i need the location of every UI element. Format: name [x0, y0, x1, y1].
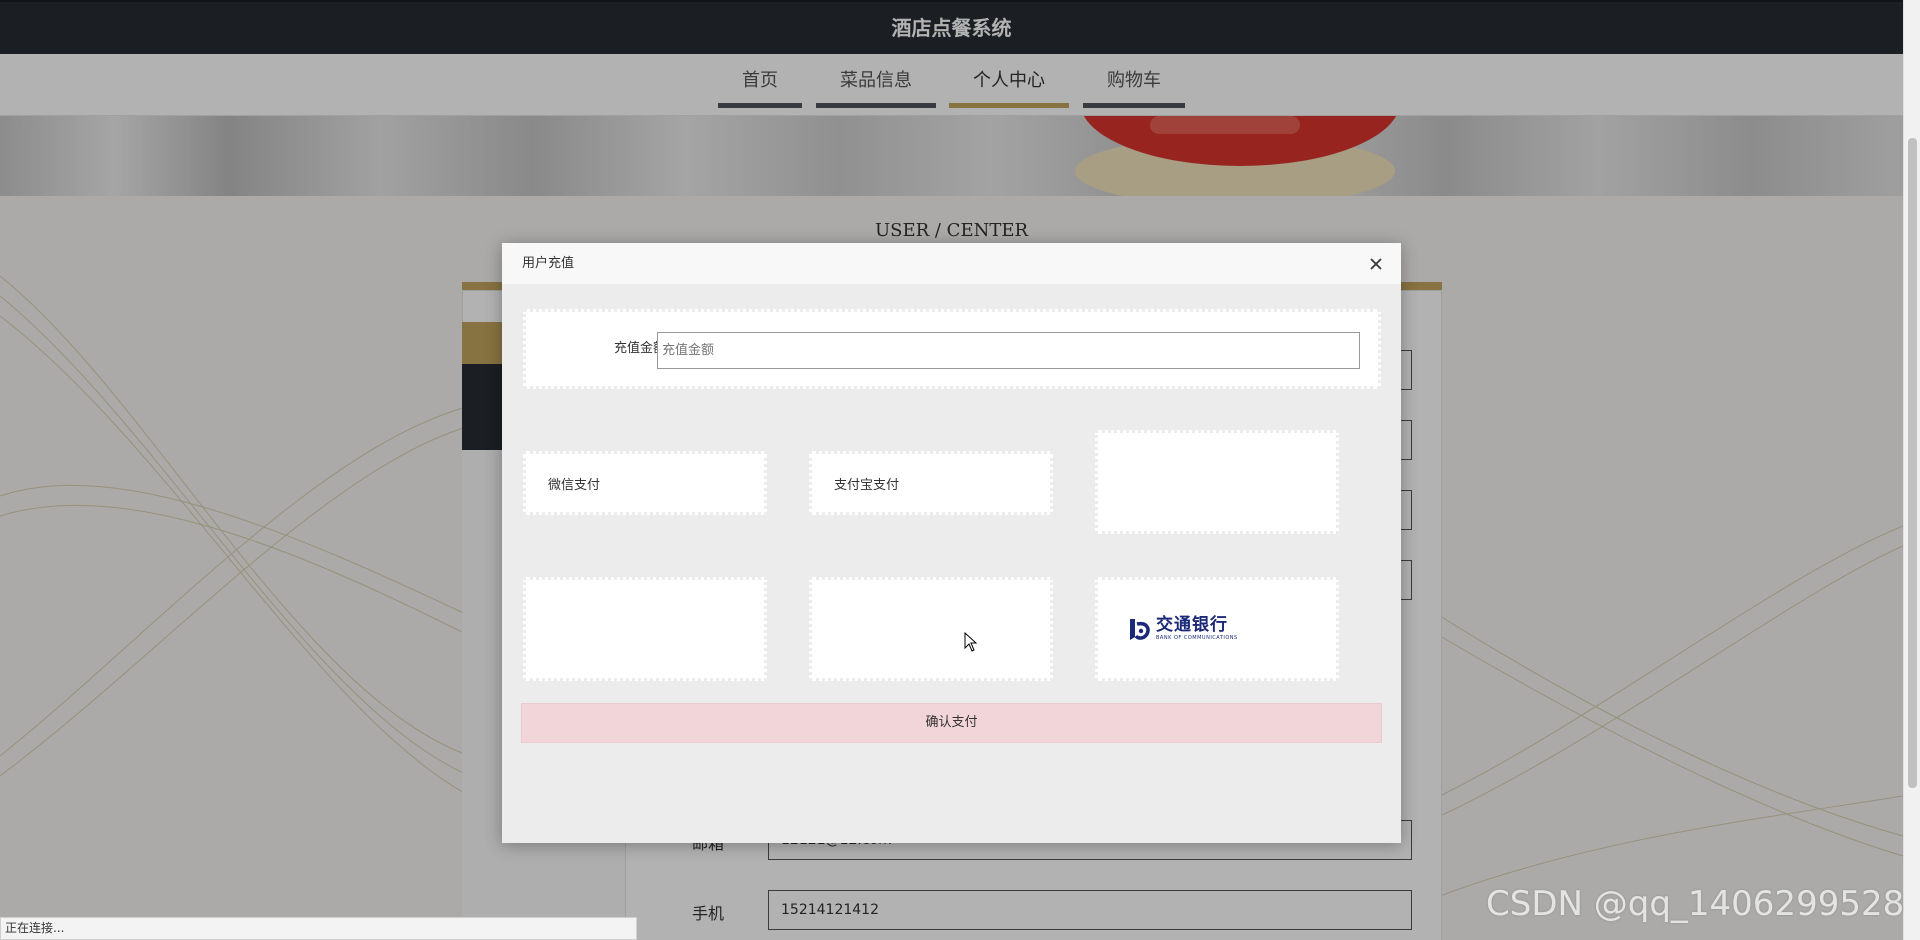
pay-option-bank-of-communications[interactable]: 交通银行 BANK OF COMMUNICATIONS — [1095, 577, 1339, 681]
amount-section: 充值金额 — [523, 309, 1381, 389]
scrollbar-thumb[interactable] — [1908, 138, 1917, 788]
close-icon[interactable] — [1366, 254, 1386, 274]
csdn-watermark: CSDN @qq_1406299528 — [1486, 884, 1905, 924]
page-scrollbar[interactable] — [1903, 0, 1920, 940]
pay-option-4[interactable] — [523, 577, 767, 681]
bank-name-en: BANK OF COMMUNICATIONS — [1156, 635, 1238, 641]
pay-option-label: 微信支付 — [548, 477, 601, 493]
bank-of-communications-logo: 交通银行 BANK OF COMMUNICATIONS — [1126, 616, 1238, 642]
pay-option-3[interactable] — [1095, 430, 1339, 534]
pay-option-wechat[interactable]: 微信支付 — [523, 451, 767, 515]
amount-label: 充值金额 — [613, 341, 666, 356]
pay-option-5[interactable] — [809, 577, 1053, 681]
pay-option-alipay[interactable]: 支付宝支付 — [809, 451, 1053, 515]
bank-emblem-icon — [1130, 619, 1150, 640]
modal-header: 用户充值 — [502, 243, 1401, 285]
recharge-modal: 用户充值 充值金额 微信支付 支付宝支付 交通银行 BANK OF COMMUN… — [502, 243, 1401, 843]
amount-input[interactable] — [657, 332, 1360, 369]
confirm-payment-button[interactable]: 确认支付 — [521, 703, 1382, 743]
modal-title: 用户充值 — [522, 256, 575, 271]
pay-option-label: 支付宝支付 — [834, 477, 900, 493]
mouse-cursor-icon — [964, 631, 978, 656]
browser-status-bar: 正在连接... — [0, 917, 637, 940]
bank-name-cn: 交通银行 — [1156, 615, 1228, 635]
